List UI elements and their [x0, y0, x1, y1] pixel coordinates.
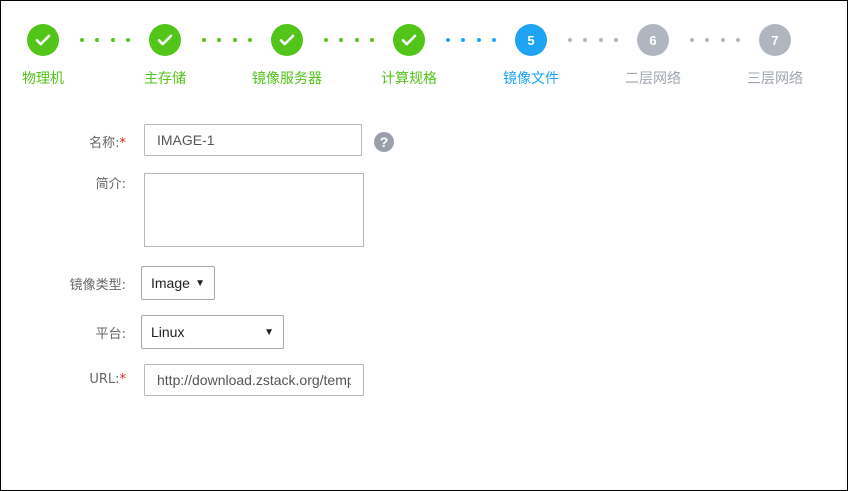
step-4-circle[interactable] — [393, 24, 425, 56]
step-2-circle[interactable] — [149, 24, 181, 56]
check-icon — [35, 34, 51, 46]
platform-select[interactable]: Linux ▼ — [141, 315, 284, 349]
question-circle-icon[interactable]: ? — [374, 132, 394, 152]
step-2-label[interactable]: 主存储 — [105, 68, 225, 88]
platform-label: 平台: — [95, 327, 126, 342]
image-type-select[interactable]: Image ▼ — [141, 266, 215, 300]
name-label: 名称: — [89, 136, 120, 151]
description-textarea[interactable] — [144, 173, 364, 247]
url-label-group: URL:* — [6, 372, 126, 387]
step-3-circle[interactable] — [271, 24, 303, 56]
check-icon — [157, 34, 173, 46]
required-mark: * — [119, 136, 127, 151]
step-1-circle[interactable] — [27, 24, 59, 56]
step-5-circle[interactable]: 5 — [515, 24, 547, 56]
step-connector-1 — [80, 38, 130, 42]
caret-down-icon: ▼ — [264, 326, 274, 338]
step-connector-3 — [324, 38, 374, 42]
caret-down-icon: ▼ — [195, 277, 205, 289]
step-connector-5 — [568, 38, 618, 42]
step-connector-6 — [690, 38, 740, 42]
step-connector-2 — [202, 38, 252, 42]
name-input[interactable] — [144, 124, 362, 156]
check-icon — [279, 34, 295, 46]
url-label: URL: — [89, 372, 120, 387]
step-connector-4 — [446, 38, 496, 42]
step-7-circle: 7 — [759, 24, 791, 56]
image-type-label: 镜像类型: — [69, 278, 126, 293]
step-7-label: 三层网络 — [747, 71, 803, 87]
step-1-label[interactable]: 物理机 — [0, 68, 103, 88]
check-icon — [401, 34, 417, 46]
platform-value: Linux — [151, 324, 185, 340]
required-mark: * — [119, 372, 127, 387]
wizard-panel: 物理机 主存储 镜像服务器 计算规格 5 镜像文件 6 二层网络 7 三层网络 — [0, 0, 848, 491]
step-6-circle: 6 — [637, 24, 669, 56]
name-label-group: 名称:* — [6, 132, 126, 151]
step-3-label[interactable]: 镜像服务器 — [227, 68, 347, 88]
step-4-label[interactable]: 计算规格 — [349, 68, 469, 88]
description-label: 简介: — [95, 177, 126, 192]
step-6-label: 二层网络 — [625, 71, 681, 87]
url-input[interactable] — [144, 364, 364, 396]
step-5-label[interactable]: 镜像文件 — [471, 68, 591, 88]
image-type-value: Image — [151, 275, 190, 291]
